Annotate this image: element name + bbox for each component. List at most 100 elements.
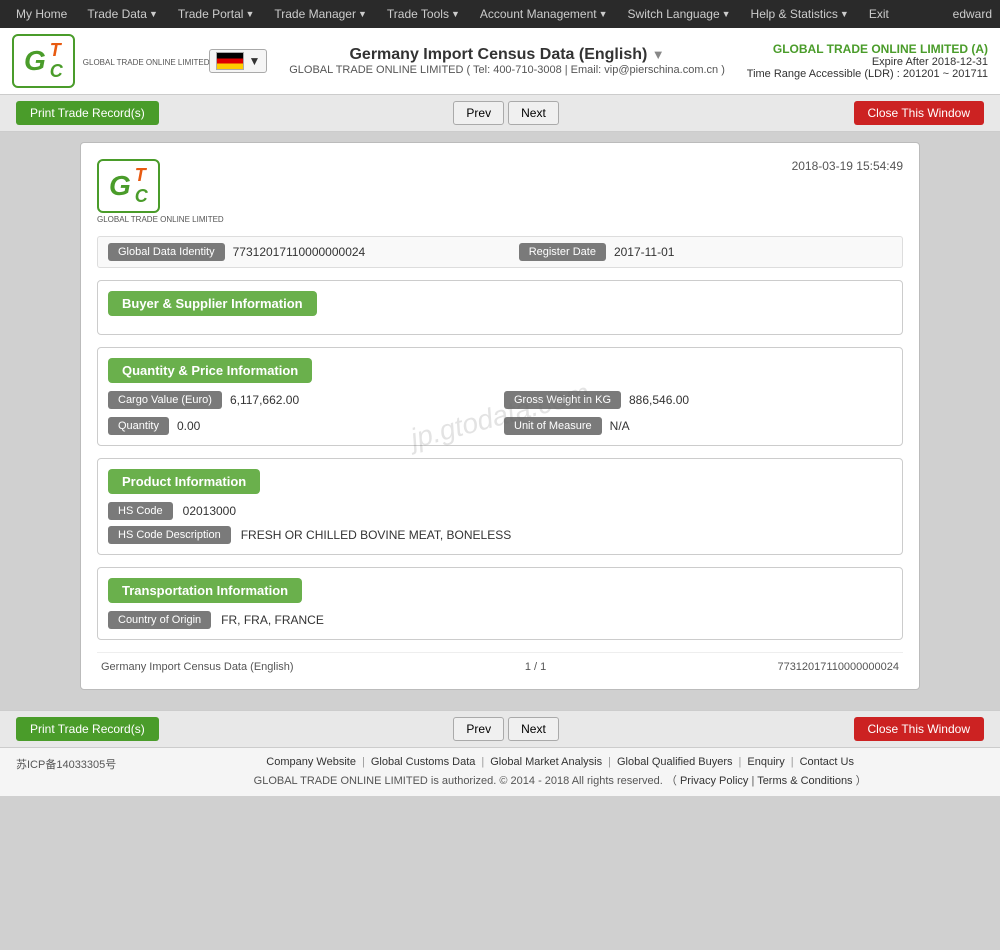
german-flag [216,52,244,70]
bottom-action-bar: Print Trade Record(s) Prev Next Close Th… [0,710,1000,747]
top-navigation: My Home Trade Data ▼ Trade Portal ▼ Trad… [0,0,1000,28]
register-date-value: 2017-11-01 [614,245,892,259]
unit-of-measure-field: Unit of Measure N/A [504,417,892,435]
nav-exit[interactable]: Exit [861,3,897,25]
print-button-top[interactable]: Print Trade Record(s) [16,101,159,125]
nav-buttons-bottom: Prev Next [453,717,558,741]
nav-trade-manager[interactable]: Trade Manager ▼ [266,3,375,25]
icp-number: 苏ICP备14033305号 [16,756,116,772]
record-footer: Germany Import Census Data (English) 1 /… [97,652,903,673]
logo-area: G T C GLOBAL TRADE ONLINE LIMITED [12,34,209,88]
footer-global-buyers[interactable]: Global Qualified Buyers [617,756,733,768]
identity-row: Global Data Identity 7731201711000000002… [97,236,903,268]
footer-contact-us[interactable]: Contact Us [800,756,854,768]
quantity-field: Quantity 0.00 [108,417,496,435]
global-data-identity-value: 77312017110000000024 [233,245,511,259]
record-logo-c: C [135,186,148,207]
cargo-value-field: Cargo Value (Euro) 6,117,662.00 [108,391,496,409]
gross-weight-value: 886,546.00 [629,393,892,407]
header-bar: G T C GLOBAL TRADE ONLINE LIMITED ▼ Germ… [0,28,1000,95]
page-title-area: Germany Import Census Data (English) ▼ G… [287,46,726,76]
quantity-price-title: Quantity & Price Information [108,358,312,383]
expire-date: Expire After 2018-12-31 [747,56,988,68]
record-logo-inner: G T C [97,159,160,213]
record-footer-center: 1 / 1 [525,661,546,673]
global-data-identity-label: Global Data Identity [108,243,225,261]
record-timestamp: 2018-03-19 15:54:49 [792,159,903,173]
flag-selector[interactable]: ▼ [209,49,267,73]
hs-code-field: HS Code 02013000 [108,502,892,520]
country-of-origin-field: Country of Origin FR, FRA, FRANCE [108,611,892,629]
record-logo-g: G [109,170,131,202]
user-display: edward [953,7,992,21]
unit-of-measure-value: N/A [610,419,892,433]
header-right-info: GLOBAL TRADE ONLINE LIMITED (A) Expire A… [747,42,988,80]
print-button-bottom[interactable]: Print Trade Record(s) [16,717,159,741]
nav-my-home[interactable]: My Home [8,3,75,25]
record-footer-left: Germany Import Census Data (English) [101,661,294,673]
quantity-price-fields: Cargo Value (Euro) 6,117,662.00 Gross We… [108,391,892,435]
gross-weight-field: Gross Weight in KG 886,546.00 [504,391,892,409]
record-card: jp.gtodata.com G T C GLOBAL TRADE ONLINE… [80,142,920,690]
country-of-origin-value: FR, FRA, FRANCE [221,613,892,627]
footer-global-customs[interactable]: Global Customs Data [371,756,476,768]
title-arrow: ▼ [652,47,665,62]
logo-subtitle: GLOBAL TRADE ONLINE LIMITED [83,58,210,67]
company-name: GLOBAL TRADE ONLINE LIMITED (A) [747,42,988,56]
transportation-section: Transportation Information Country of Or… [97,567,903,640]
quantity-value: 0.00 [177,419,496,433]
footer-terms[interactable]: Terms & Conditions [757,775,852,787]
buyer-supplier-section: Buyer & Supplier Information [97,280,903,335]
record-logo-t: T [135,165,148,186]
page-contact: GLOBAL TRADE ONLINE LIMITED ( Tel: 400-7… [287,64,726,76]
record-logo: G T C GLOBAL TRADE ONLINE LIMITED [97,159,224,224]
footer-global-market[interactable]: Global Market Analysis [490,756,602,768]
footer-copyright: GLOBAL TRADE ONLINE LIMITED is authorize… [136,772,984,788]
logo-tc: T C [50,40,63,82]
record-logo-tc: T C [135,165,148,207]
footer-enquiry[interactable]: Enquiry [747,756,784,768]
record-logo-sub: GLOBAL TRADE ONLINE LIMITED [97,215,224,224]
close-button-top[interactable]: Close This Window [854,101,984,125]
prev-button-bottom[interactable]: Prev [453,717,504,741]
logo-g: G [24,45,46,77]
cargo-value-label: Cargo Value (Euro) [108,391,222,409]
unit-of-measure-label: Unit of Measure [504,417,602,435]
nav-trade-data[interactable]: Trade Data ▼ [79,3,166,25]
hs-code-desc-field: HS Code Description FRESH OR CHILLED BOV… [108,526,892,544]
logo-t: T [50,40,63,61]
nav-account-management[interactable]: Account Management ▼ [472,3,616,25]
close-button-bottom[interactable]: Close This Window [854,717,984,741]
nav-trade-tools[interactable]: Trade Tools ▼ [379,3,468,25]
record-footer-right: 77312017110000000024 [777,661,899,673]
footer-company-website[interactable]: Company Website [266,756,356,768]
next-button-top[interactable]: Next [508,101,559,125]
gto-logo: G T C [12,34,75,88]
hs-code-label: HS Code [108,502,173,520]
quantity-price-section: Quantity & Price Information Cargo Value… [97,347,903,446]
nav-items-left: My Home Trade Data ▼ Trade Portal ▼ Trad… [8,3,897,25]
prev-button-top[interactable]: Prev [453,101,504,125]
page-title: Germany Import Census Data (English) ▼ [287,46,726,64]
hs-code-desc-label: HS Code Description [108,526,231,544]
country-of-origin-label: Country of Origin [108,611,211,629]
nav-help-statistics[interactable]: Help & Statistics ▼ [743,3,857,25]
site-footer: 苏ICP备14033305号 Company Website | Global … [0,747,1000,796]
record-header: G T C GLOBAL TRADE ONLINE LIMITED 2018-0… [97,159,903,224]
hs-code-desc-value: FRESH OR CHILLED BOVINE MEAT, BONELESS [241,528,892,542]
register-date-label: Register Date [519,243,606,261]
gross-weight-label: Gross Weight in KG [504,391,621,409]
top-action-bar: Print Trade Record(s) Prev Next Close Th… [0,95,1000,132]
buyer-supplier-title: Buyer & Supplier Information [108,291,317,316]
hs-code-value: 02013000 [183,504,892,518]
main-content: jp.gtodata.com G T C GLOBAL TRADE ONLINE… [0,132,1000,710]
nav-switch-language[interactable]: Switch Language ▼ [620,3,739,25]
footer-links: Company Website | Global Customs Data | … [136,756,984,768]
nav-buttons-top: Prev Next [453,101,558,125]
nav-trade-portal[interactable]: Trade Portal ▼ [170,3,263,25]
quantity-label: Quantity [108,417,169,435]
footer-privacy-policy[interactable]: Privacy Policy [680,775,748,787]
flag-arrow: ▼ [248,54,260,68]
next-button-bottom[interactable]: Next [508,717,559,741]
product-section: Product Information HS Code 02013000 HS … [97,458,903,555]
